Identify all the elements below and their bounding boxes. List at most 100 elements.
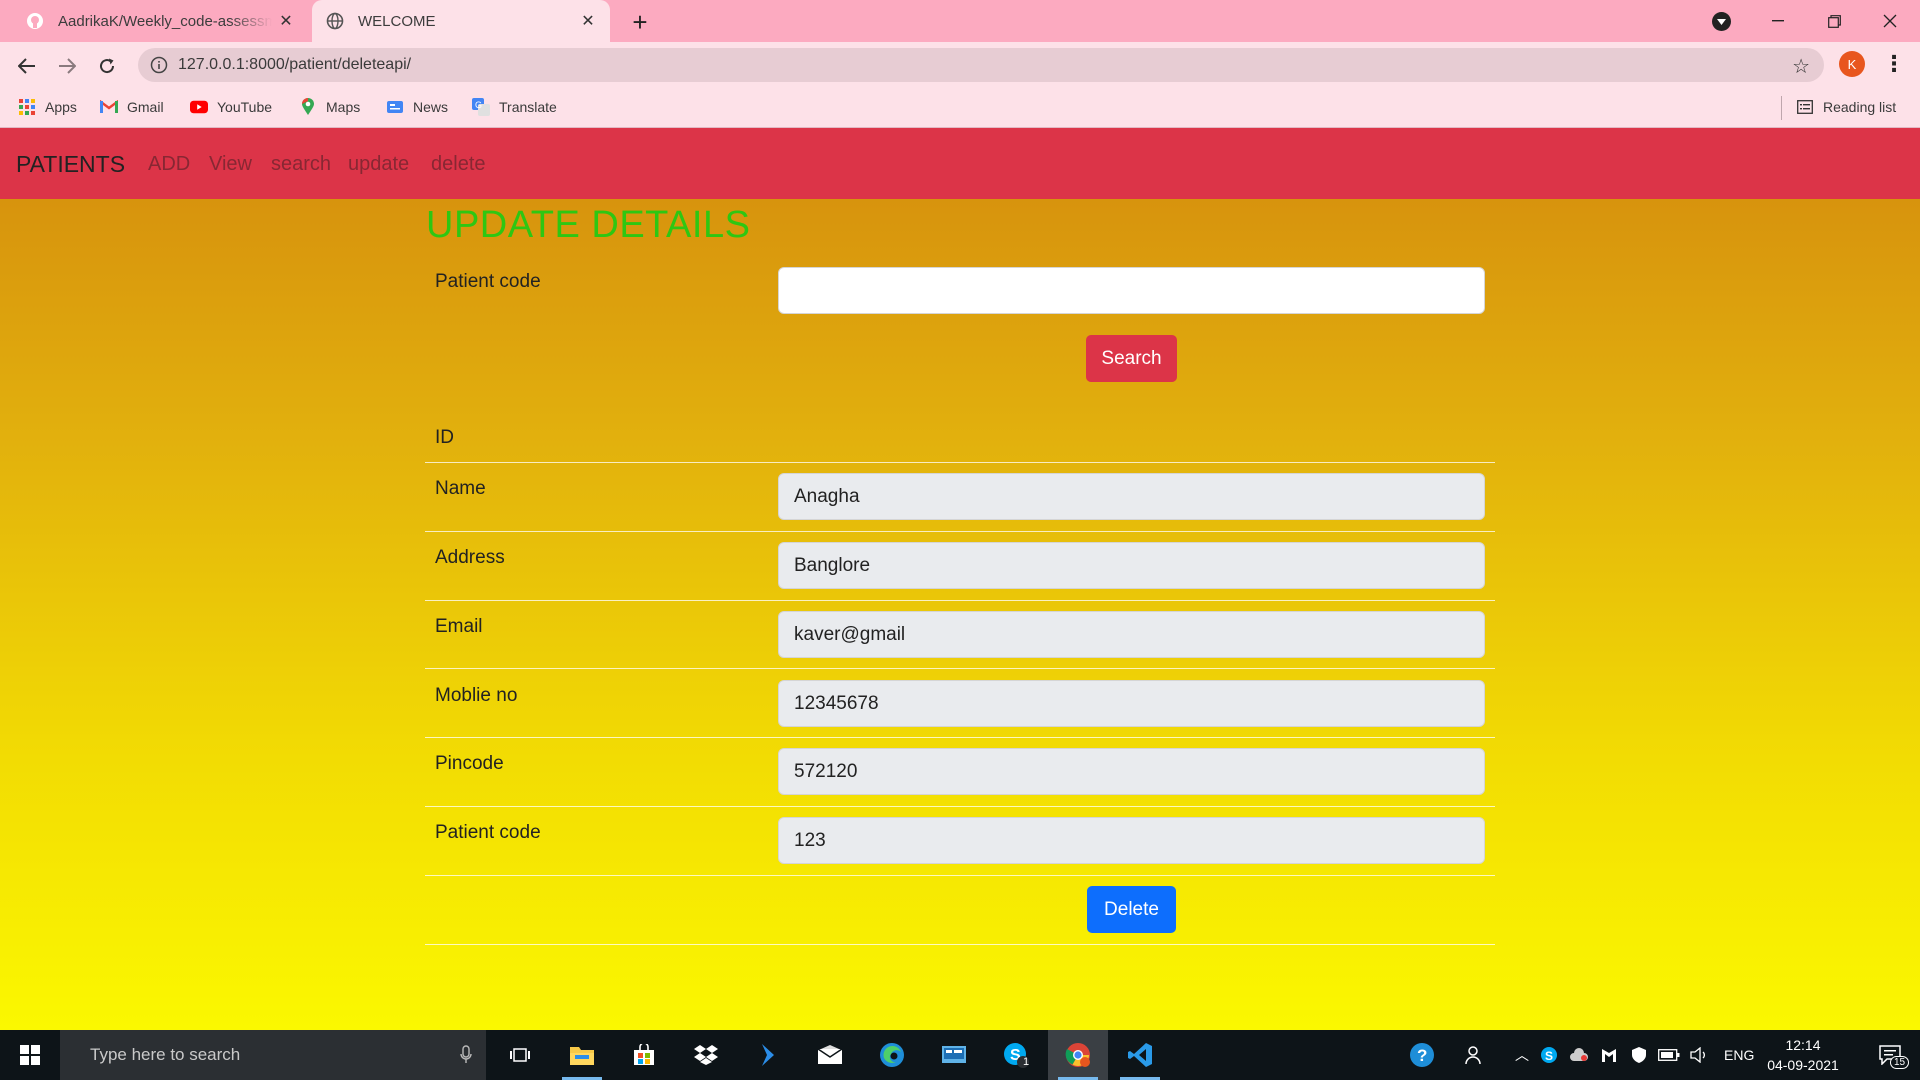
close-icon[interactable]: ✕	[272, 7, 300, 35]
row-divider	[425, 668, 1495, 669]
task-view-icon[interactable]	[490, 1030, 550, 1080]
tab-title: WELCOME	[358, 12, 436, 30]
bookmark-apps[interactable]: Apps	[18, 98, 77, 116]
windows-start-icon[interactable]	[0, 1030, 60, 1080]
new-tab-button[interactable]: +	[624, 6, 656, 38]
skype-icon[interactable]: S 1	[986, 1030, 1046, 1080]
address-field[interactable]: Banglore	[778, 542, 1485, 589]
bookmarks-divider	[1781, 96, 1782, 120]
cloud-sync-icon[interactable]	[1564, 1048, 1594, 1062]
chrome-icon[interactable]	[1048, 1030, 1108, 1080]
url-text: 127.0.0.1:8000/patient/deleteapi/	[178, 56, 412, 73]
clock-date: 04-09-2021	[1767, 1057, 1839, 1073]
taskbar-search-box[interactable]: Type here to search	[60, 1030, 486, 1080]
help-icon[interactable]: ?	[1394, 1030, 1450, 1080]
reading-list-label: Reading list	[1823, 99, 1897, 115]
row-divider	[425, 806, 1495, 807]
patient-code-field[interactable]: 123	[778, 817, 1485, 864]
file-explorer-icon[interactable]	[552, 1030, 612, 1080]
skype-tray-icon[interactable]: S	[1534, 1046, 1564, 1064]
vscode-icon[interactable]	[1110, 1030, 1170, 1080]
bookmark-news[interactable]: News	[386, 98, 448, 116]
microsoft-store-icon[interactable]	[614, 1030, 674, 1080]
youtube-icon	[190, 98, 208, 116]
news-icon	[386, 98, 404, 116]
tab-search-icon[interactable]	[1712, 12, 1731, 31]
volume-icon[interactable]	[1684, 1047, 1714, 1063]
nav-link-view[interactable]: View	[209, 153, 252, 176]
svg-text:?: ?	[1417, 1046, 1427, 1065]
address-bar[interactable]: 127.0.0.1:8000/patient/deleteapi/ ☆	[138, 48, 1824, 82]
gmail-icon	[100, 98, 118, 116]
search-button[interactable]: Search	[1086, 335, 1177, 382]
nav-link-search[interactable]: search	[271, 153, 331, 176]
bookmark-translate[interactable]: G Translate	[472, 98, 557, 116]
nav-link-delete[interactable]: delete	[431, 153, 486, 176]
tab-welcome[interactable]: WELCOME ✕	[312, 0, 610, 42]
site-info-icon[interactable]	[150, 56, 168, 74]
name-field[interactable]: Anagha	[778, 473, 1485, 520]
apps-grid-icon	[18, 98, 36, 116]
pincode-field[interactable]: 572120	[778, 748, 1485, 795]
dropbox-icon[interactable]	[676, 1030, 736, 1080]
people-icon[interactable]	[1450, 1030, 1500, 1080]
minimize-icon[interactable]	[1750, 0, 1806, 42]
close-window-icon[interactable]	[1862, 0, 1918, 42]
tab-github[interactable]: AadrikaK/Weekly_code-assessment ✕	[12, 0, 308, 42]
bookmark-maps[interactable]: Maps	[299, 98, 360, 116]
battery-icon[interactable]	[1654, 1049, 1684, 1061]
patient-code-search-input[interactable]	[778, 267, 1485, 314]
row-divider	[425, 600, 1495, 601]
forward-icon[interactable]	[51, 50, 83, 82]
email-label: Email	[435, 616, 483, 637]
bookmark-youtube[interactable]: YouTube	[190, 98, 272, 116]
control-panel-icon[interactable]	[924, 1030, 984, 1080]
nav-link-update[interactable]: update	[348, 153, 409, 176]
mcafee-icon[interactable]	[1594, 1047, 1624, 1063]
maps-pin-icon	[299, 98, 317, 116]
row-divider	[425, 944, 1495, 945]
reading-list-button[interactable]: Reading list	[1796, 98, 1896, 116]
bookmark-label: Maps	[326, 99, 361, 115]
translate-icon: G	[472, 98, 490, 116]
notifications-icon[interactable]: 15	[1860, 1030, 1920, 1080]
row-divider	[425, 531, 1495, 532]
reload-icon[interactable]	[91, 50, 123, 82]
bookmark-label: Apps	[45, 99, 77, 115]
restore-icon[interactable]	[1806, 0, 1862, 42]
nav-link-add[interactable]: ADD	[148, 153, 190, 176]
tab-title: AadrikaK/Weekly_code-assessment	[58, 12, 272, 30]
svg-text:G: G	[475, 100, 482, 110]
taskbar-clock[interactable]: 12:14 04-09-2021	[1762, 1035, 1844, 1075]
microphone-icon[interactable]	[460, 1045, 472, 1070]
bookmark-star-icon[interactable]: ☆	[1792, 54, 1810, 79]
power-automate-icon[interactable]	[738, 1030, 798, 1080]
mail-icon[interactable]	[800, 1030, 860, 1080]
email-field[interactable]: kaver@gmail	[778, 611, 1485, 658]
navbar-brand[interactable]: PATIENTS	[16, 151, 125, 178]
id-label: ID	[435, 427, 454, 448]
skype-badge: 1	[1023, 1056, 1030, 1068]
svg-text:S: S	[1545, 1049, 1553, 1063]
patient-code-detail-label: Patient code	[435, 822, 541, 843]
reading-list-icon	[1796, 98, 1814, 116]
close-icon[interactable]: ✕	[574, 7, 602, 35]
menu-icon[interactable]: ⋮	[1880, 50, 1908, 78]
globe-icon	[326, 12, 344, 30]
back-icon[interactable]	[11, 50, 43, 82]
mobile-field[interactable]: 12345678	[778, 680, 1485, 727]
delete-button[interactable]: Delete	[1087, 886, 1176, 933]
bookmarks-bar: Apps Gmail YouTube Maps News G Translate	[0, 88, 1920, 128]
language-indicator[interactable]: ENG	[1724, 1047, 1754, 1063]
system-tray: ︿ S ENG	[1510, 1030, 1754, 1080]
security-shield-icon[interactable]	[1624, 1046, 1654, 1064]
bookmark-gmail[interactable]: Gmail	[100, 98, 164, 116]
bookmark-label: Gmail	[127, 99, 164, 115]
browser-toolbar: 127.0.0.1:8000/patient/deleteapi/ ☆	[0, 42, 1920, 88]
chevron-up-icon[interactable]: ︿	[1510, 1045, 1534, 1065]
edge-browser-icon[interactable]	[862, 1030, 922, 1080]
row-divider	[425, 737, 1495, 738]
row-divider	[425, 875, 1495, 876]
notification-count-badge: 15	[1890, 1056, 1910, 1069]
profile-avatar[interactable]: K	[1839, 51, 1865, 77]
